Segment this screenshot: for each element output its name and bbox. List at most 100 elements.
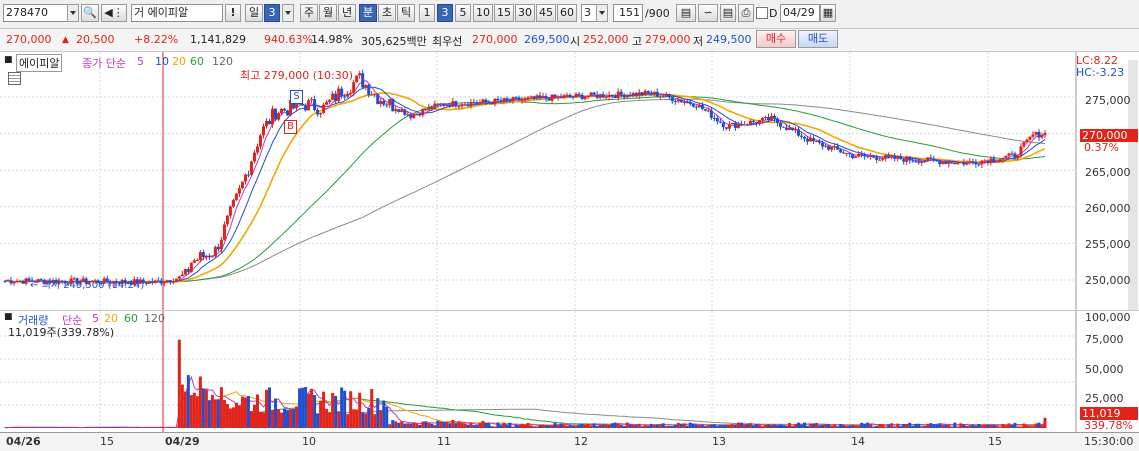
preset-15[interactable]: 15 bbox=[494, 4, 514, 22]
search-icon[interactable]: 🔍 bbox=[81, 4, 99, 22]
volume-bar bbox=[181, 385, 184, 428]
best-bid-label: 최우선 bbox=[432, 33, 462, 49]
volume-bar bbox=[508, 423, 511, 428]
volume-bar bbox=[1044, 418, 1047, 428]
pin-icon[interactable]: ■ bbox=[4, 55, 13, 65]
volume-bar bbox=[28, 427, 31, 428]
volume-bar bbox=[968, 426, 971, 428]
alert-button[interactable]: ! bbox=[225, 4, 241, 22]
candle-body bbox=[710, 110, 713, 117]
candle-body bbox=[190, 263, 193, 272]
low-label: 저 bbox=[693, 33, 703, 49]
volume-bar bbox=[493, 427, 496, 428]
candle-body bbox=[644, 91, 647, 95]
volume-bar bbox=[247, 396, 250, 428]
stock-name-field[interactable]: 거 에이피알 bbox=[131, 4, 223, 22]
print-icon[interactable]: ⎙ bbox=[738, 4, 754, 22]
tab-tick[interactable]: 틱 bbox=[397, 4, 415, 22]
stock-code-input[interactable]: 278470 bbox=[3, 4, 68, 22]
interval-input[interactable]: 3 bbox=[581, 4, 597, 22]
high-price: 279,000 bbox=[645, 33, 691, 46]
candle-body bbox=[16, 281, 19, 282]
volume-bar bbox=[836, 426, 839, 428]
calendar-icon[interactable]: ▦ bbox=[820, 4, 836, 22]
stock-code-dropdown[interactable] bbox=[67, 4, 79, 22]
preset-3[interactable]: 3 bbox=[437, 4, 453, 22]
volume-bar bbox=[262, 413, 265, 428]
tab-week[interactable]: 주 bbox=[300, 4, 318, 22]
preset-10[interactable]: 10 bbox=[473, 4, 493, 22]
buy-button[interactable]: 매수 bbox=[756, 30, 796, 48]
table-icon[interactable] bbox=[8, 72, 21, 85]
candle-body bbox=[578, 94, 581, 95]
preset-1[interactable]: 1 bbox=[419, 4, 435, 22]
volume-bar bbox=[253, 405, 256, 428]
volume-bar bbox=[746, 424, 749, 428]
volume-bar bbox=[379, 410, 382, 428]
sell-button[interactable]: 매도 bbox=[798, 30, 838, 48]
price-chart-panel[interactable]: ■ 에이피알 종가 단순 5 10 20 60 120 최고 279,000 (… bbox=[0, 52, 1139, 310]
volume-chart-svg bbox=[0, 311, 1139, 433]
count-input[interactable]: 151 bbox=[613, 4, 643, 22]
candle-body bbox=[406, 114, 409, 115]
sell-signal-icon: S bbox=[290, 90, 303, 104]
volume-bar bbox=[983, 425, 986, 428]
candle-body bbox=[869, 156, 872, 157]
candle-body bbox=[704, 109, 707, 111]
interval-dropdown[interactable] bbox=[596, 4, 608, 22]
stock-name-legend[interactable]: 에이피알 bbox=[16, 54, 62, 72]
candle-body bbox=[707, 110, 710, 111]
volume-bar bbox=[554, 423, 557, 428]
preset-60[interactable]: 60 bbox=[557, 4, 577, 22]
candle-body bbox=[818, 141, 821, 143]
volume-bar bbox=[412, 423, 415, 428]
candle-body bbox=[959, 162, 962, 163]
tab-day-count[interactable]: 3 bbox=[264, 4, 280, 22]
candle-body bbox=[1022, 142, 1025, 146]
volume-bar bbox=[298, 388, 301, 428]
volume-icon[interactable]: ◀⋮ bbox=[101, 4, 127, 22]
volume-bar bbox=[268, 387, 271, 428]
candle-body bbox=[493, 99, 496, 104]
candle-body bbox=[722, 123, 725, 128]
volume-bar bbox=[581, 424, 584, 428]
volume-bar bbox=[400, 421, 403, 428]
tab-year[interactable]: 년 bbox=[338, 4, 356, 22]
candle-body bbox=[905, 157, 908, 162]
volume-bar bbox=[340, 387, 343, 428]
save-icon[interactable]: ▤ bbox=[720, 4, 736, 22]
preset-5[interactable]: 5 bbox=[455, 4, 471, 22]
candle-body bbox=[1044, 133, 1047, 135]
candle-type-icon[interactable]: ▤ bbox=[676, 4, 696, 22]
candle-body bbox=[698, 105, 701, 107]
volume-bar bbox=[890, 423, 893, 428]
volume-bar bbox=[202, 388, 205, 428]
tab-minute[interactable]: 분 bbox=[359, 4, 377, 22]
volume-bar bbox=[166, 427, 169, 428]
preset-30[interactable]: 30 bbox=[515, 4, 535, 22]
day-count-dropdown[interactable] bbox=[282, 4, 294, 22]
candle-body bbox=[166, 280, 169, 282]
date-input[interactable]: 04/29 bbox=[780, 4, 820, 22]
candle-body bbox=[469, 102, 472, 106]
volume-bar bbox=[19, 427, 22, 428]
volume-bar bbox=[331, 393, 334, 428]
volume-bar bbox=[1010, 425, 1013, 428]
grade-label: 거 bbox=[134, 6, 144, 19]
preset-45[interactable]: 45 bbox=[536, 4, 556, 22]
date-checkbox[interactable] bbox=[756, 7, 768, 19]
candle-body bbox=[740, 124, 743, 125]
tab-day[interactable]: 일 bbox=[245, 4, 263, 22]
volume-bar bbox=[307, 394, 310, 428]
volume-bar bbox=[16, 427, 19, 428]
tab-month[interactable]: 월 bbox=[319, 4, 337, 22]
candle-body bbox=[472, 102, 475, 103]
tab-second[interactable]: 초 bbox=[378, 4, 396, 22]
volume-bar bbox=[346, 414, 349, 428]
x-label-11: 11 bbox=[437, 435, 451, 448]
candle-body bbox=[349, 93, 352, 94]
volume-chart-panel[interactable]: ■ 거래량 단순 5 20 60 120 11,019주(339.78%) 10… bbox=[0, 310, 1139, 433]
pin-icon[interactable]: ■ bbox=[4, 312, 13, 322]
line-chart-icon[interactable]: ∽ bbox=[698, 4, 718, 22]
ma5-label: 5 bbox=[137, 55, 144, 68]
